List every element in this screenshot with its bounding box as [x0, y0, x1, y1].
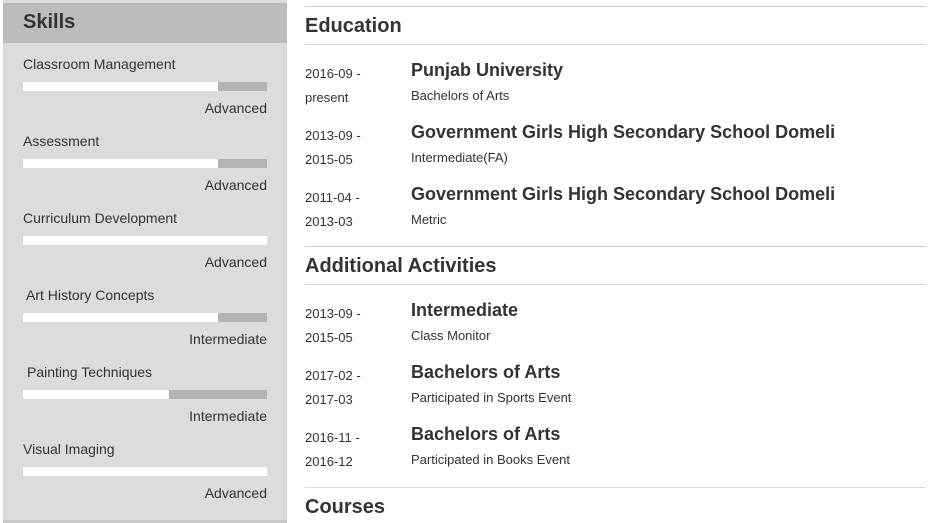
entry-date-start: 2013-09 -: [305, 128, 361, 143]
entry-date-end: present: [305, 90, 349, 105]
skill-bar-fill: [23, 159, 219, 168]
skill-bar-fill: [23, 313, 219, 322]
skill-item: Curriculum Development Advanced: [3, 210, 287, 284]
skill-item: Assessment Advanced: [3, 133, 287, 207]
skill-item: Visual Imaging Advanced: [3, 441, 287, 515]
skill-item: Classroom Management Advanced: [3, 56, 287, 130]
education-entry: 2013-09 - 2015-05 Government Girls High …: [305, 122, 926, 178]
entry-date-end: 2017-03: [305, 392, 353, 407]
entry-title: Government Girls High Secondary School D…: [411, 122, 836, 142]
entry-date-end: 2015-05: [305, 152, 353, 167]
skill-level: Intermediate: [189, 408, 267, 424]
entry-date-start: 2011-04 -: [305, 190, 360, 205]
entry-date-start: 2013-09 -: [305, 306, 361, 321]
skill-name: Classroom Management: [23, 56, 176, 72]
divider: [305, 246, 926, 247]
entry-subtitle: Bachelors of Arts: [411, 88, 510, 103]
activities-title: Additional Activities: [305, 255, 497, 277]
entry-date: 2016-09 - present: [305, 62, 395, 110]
skill-bar: [23, 159, 267, 168]
skill-level: Advanced: [204, 485, 267, 501]
entry-title: Government Girls High Secondary School D…: [411, 184, 836, 204]
activity-entry: 2017-02 - 2017-03 Bachelors of Arts Part…: [305, 362, 926, 418]
divider: [305, 44, 926, 45]
skill-item: Painting Techniques Intermediate: [3, 364, 287, 438]
skill-bar: [23, 467, 267, 476]
skills-header: Skills: [3, 3, 287, 43]
entry-title: Intermediate: [411, 300, 519, 320]
entry-date: 2017-02 - 2017-03: [305, 364, 395, 412]
skill-bar: [23, 313, 267, 322]
skill-bar: [23, 390, 267, 399]
skills-sidebar: Skills Classroom Management Advanced Ass…: [3, 0, 287, 523]
activity-entry: 2013-09 - 2015-05 Intermediate Class Mon…: [305, 300, 926, 356]
entry-date-end: 2013-03: [305, 214, 353, 229]
skill-bar: [23, 236, 267, 245]
entry-date: 2016-11 - 2016-12: [305, 426, 395, 474]
skill-item: Art History Concepts Intermediate: [3, 287, 287, 361]
entry-date: 2011-04 - 2013-03: [305, 186, 395, 234]
skill-bar-fill: [23, 82, 219, 91]
skill-bar-fill: [23, 467, 267, 476]
education-title: Education: [305, 15, 402, 37]
divider: [305, 6, 926, 7]
entry-date-start: 2017-02 -: [305, 368, 361, 383]
education-entry: 2016-09 - present Punjab University Bach…: [305, 60, 926, 116]
skill-level: Advanced: [204, 254, 267, 270]
skill-name: Assessment: [23, 133, 100, 149]
skill-level: Advanced: [204, 177, 267, 193]
skill-level: Intermediate: [189, 331, 267, 347]
entry-subtitle: Participated in Books Event: [411, 452, 570, 467]
skill-name: Art History Concepts: [26, 287, 155, 303]
skill-bar-fill: [23, 390, 170, 399]
entry-date-start: 2016-11 -: [305, 430, 360, 445]
entry-date-start: 2016-09 -: [305, 66, 361, 81]
entry-subtitle: Metric: [411, 212, 447, 227]
skills-title: Skills: [23, 11, 76, 33]
entry-date: 2013-09 - 2015-05: [305, 302, 395, 350]
divider: [305, 284, 926, 285]
entry-title: Bachelors of Arts: [411, 362, 561, 382]
skill-name: Painting Techniques: [27, 364, 153, 380]
entry-subtitle: Class Monitor: [411, 328, 491, 343]
activity-entry: 2016-11 - 2016-12 Bachelors of Arts Part…: [305, 424, 926, 480]
education-entry: 2011-04 - 2013-03 Government Girls High …: [305, 184, 926, 240]
skill-level: Advanced: [204, 100, 267, 116]
entry-date: 2013-09 - 2015-05: [305, 124, 395, 172]
courses-title: Courses: [305, 496, 386, 518]
skill-name: Visual Imaging: [23, 441, 115, 457]
divider: [305, 487, 926, 488]
entry-title: Punjab University: [411, 60, 564, 80]
entry-date-end: 2015-05: [305, 330, 353, 345]
entry-title: Bachelors of Arts: [411, 424, 561, 444]
entry-subtitle: Intermediate(FA): [411, 150, 508, 165]
entry-subtitle: Participated in Sports Event: [411, 390, 572, 405]
skill-bar: [23, 82, 267, 91]
main-content: Education 2016-09 - present Punjab Unive…: [305, 0, 926, 523]
entry-date-end: 2016-12: [305, 454, 353, 469]
skill-bar-fill: [23, 236, 267, 245]
skill-name: Curriculum Development: [23, 210, 178, 226]
